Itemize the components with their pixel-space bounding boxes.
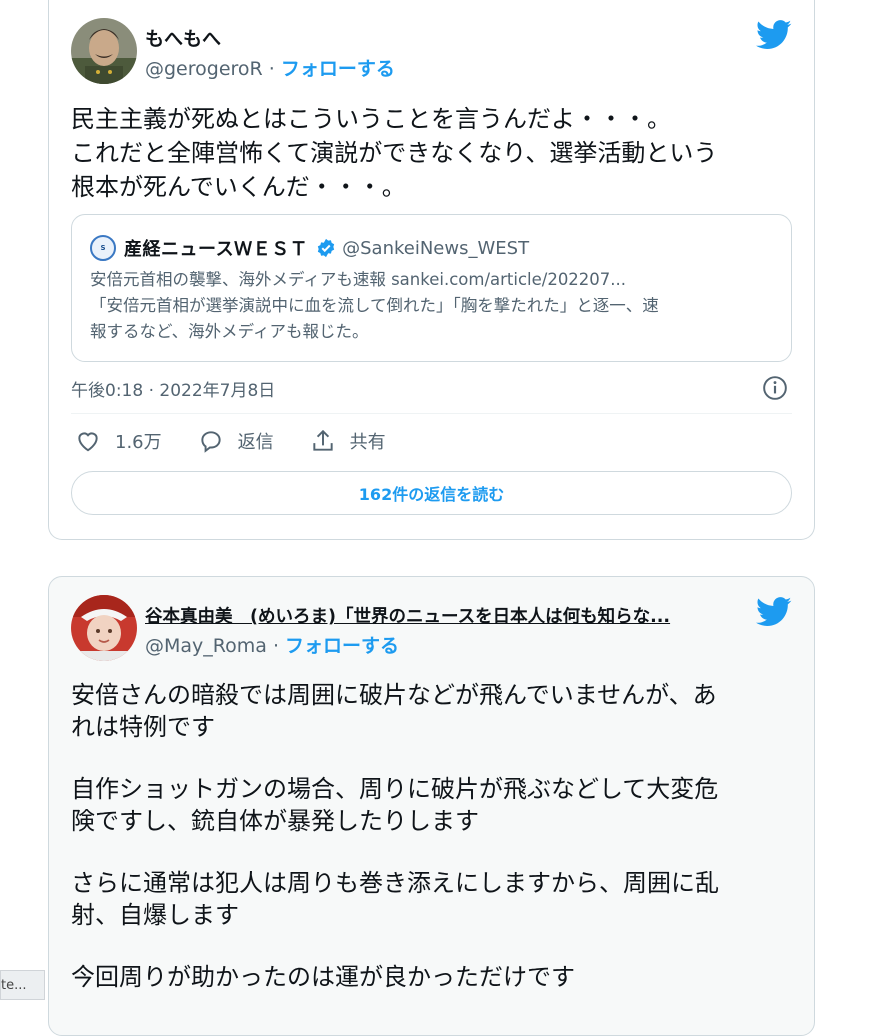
share-button[interactable]: 共有: [310, 428, 386, 454]
tweet-text: 民主主義が死ぬとはこういうことを言うんだよ・・・。 これだと全陣営怖くて演説がで…: [71, 102, 792, 204]
tweet-text-line: 険ですし、銃自体が暴発したりします: [71, 807, 479, 835]
avatar[interactable]: [71, 18, 137, 84]
action-bar: 1.6万 返信 共有: [75, 428, 422, 454]
quoted-tweet-header: S 産経ニュースＷＥＳＴ @SankeiNews_WEST: [90, 235, 529, 261]
tweet-text-line: れは特例です: [71, 713, 215, 741]
avatar[interactable]: [71, 595, 137, 661]
tweet-paragraph: 今回周りが助かったのは運が良かっただけです: [71, 961, 792, 993]
tweet-card-1: もへもへ @gerogeroR · フォローする 民主主義が死ぬとはこういうこと…: [48, 0, 815, 540]
author-name[interactable]: 谷本真由美 (めいろま)「世界のニュースを日本人は何も知らな...: [145, 603, 670, 628]
follow-button[interactable]: フォローする: [281, 58, 395, 80]
quoted-author-handle: @SankeiNews_WEST: [342, 237, 530, 259]
tweet-text-line: さらに通常は犯人は周りも巻き添えにしますから、周囲に乱: [71, 869, 719, 897]
quoted-text-line: 「安倍元首相が選挙演説中に血を流して倒れた」「胸を撃たれた」と逐一、速: [90, 296, 659, 315]
author-handle[interactable]: @May_Roma: [145, 635, 267, 657]
info-icon[interactable]: [762, 375, 788, 401]
tweet-paragraph: 自作ショットガンの場合、周りに破片が飛ぶなどして大変危 険ですし、銃自体が暴発し…: [71, 773, 792, 837]
twitter-bird-icon[interactable]: [756, 20, 792, 50]
tweet-paragraph: さらに通常は犯人は周りも巻き添えにしますから、周囲に乱 射、自爆します: [71, 867, 792, 931]
tweet-text-line: 今回周りが助かったのは運が良かっただけです: [71, 963, 575, 991]
reply-button[interactable]: 返信: [198, 428, 274, 454]
author-name[interactable]: もへもへ: [145, 24, 221, 51]
tweet-text-line: 根本が死んでいくんだ・・・。: [71, 173, 406, 201]
share-icon: [312, 429, 333, 451]
tweet-text-line: これだと全陣営怖くて演説ができなくなり、選挙活動という: [71, 139, 718, 167]
tweet-timestamp[interactable]: 午後0:18 · 2022年7月8日: [71, 376, 275, 401]
tweet-text-line: 射、自爆します: [71, 901, 239, 929]
quoted-tweet-text: 安倍元首相の襲撃、海外メディアも速報 sankei.com/article/20…: [90, 267, 773, 345]
reply-label: 返信: [237, 432, 274, 453]
tweet-text-line: 安倍さんの暗殺では周囲に破片などが飛んでいませんが、あ: [71, 681, 717, 709]
verified-badge-icon: [317, 238, 335, 258]
quoted-text-line: 安倍元首相の襲撃、海外メディアも速報 sankei.com/article/20…: [90, 270, 627, 289]
reply-bubble-icon: [200, 431, 221, 453]
truncated-tab[interactable]: te...: [0, 970, 45, 1000]
quoted-author-name: 産経ニュースＷＥＳＴ: [124, 239, 309, 260]
tweet-card-2: 谷本真由美 (めいろま)「世界のニュースを日本人は何も知らな... @May_R…: [48, 576, 815, 1036]
read-replies-button[interactable]: 162件の返信を読む: [71, 471, 792, 515]
tweet-text-line: 自作ショットガンの場合、周りに破片が飛ぶなどして大変危: [71, 775, 719, 803]
tweet-paragraph: 安倍さんの暗殺では周囲に破片などが飛んでいませんが、あ れは特例です: [71, 679, 792, 743]
share-label: 共有: [349, 432, 386, 453]
author-handle-line: @May_Roma · フォローする: [145, 631, 399, 658]
twitter-bird-icon[interactable]: [756, 597, 792, 627]
quoted-text-line: 報するなど、海外メディアも報じた。: [90, 322, 369, 341]
like-button[interactable]: 1.6万: [75, 428, 162, 454]
like-count: 1.6万: [115, 432, 162, 453]
heart-icon: [78, 432, 98, 452]
author-handle-line: @gerogeroR · フォローする: [145, 54, 395, 81]
quoted-tweet[interactable]: S 産経ニュースＷＥＳＴ @SankeiNews_WEST 安倍元首相の襲撃、海…: [71, 214, 792, 362]
tweet-text-line: 民主主義が死ぬとはこういうことを言うんだよ・・・。: [71, 105, 671, 133]
separator: ·: [266, 635, 286, 657]
author-handle[interactable]: @gerogeroR: [145, 58, 263, 80]
sankei-logo-icon: S: [90, 235, 116, 261]
divider: [71, 413, 792, 414]
separator: ·: [262, 58, 281, 80]
tweet-text: 安倍さんの暗殺では周囲に破片などが飛んでいませんが、あ れは特例です 自作ショッ…: [71, 679, 792, 993]
follow-button[interactable]: フォローする: [285, 635, 399, 657]
